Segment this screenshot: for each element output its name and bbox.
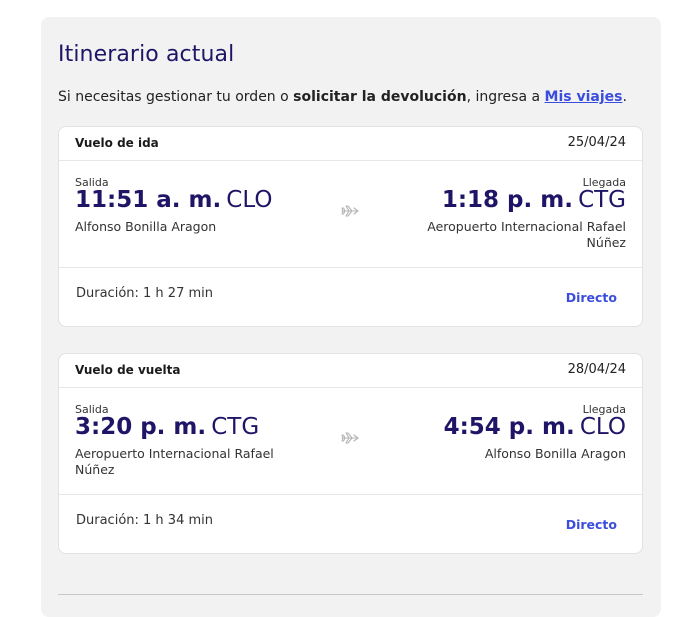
arrival-code: CTG <box>578 187 626 213</box>
flight-card-return: Vuelo de vuelta 28/04/24 Salida 3:20 p. … <box>58 353 643 554</box>
departure-code: CTG <box>211 414 260 440</box>
departure-time: 11:51 a. m. <box>75 187 222 213</box>
departure-airport: Alfonso Bonilla Aragon <box>75 219 217 234</box>
arrival-time: 1:18 p. m. <box>441 187 573 213</box>
flight-card-header: Vuelo de vuelta 28/04/24 <box>59 354 642 388</box>
departure-time-line: 11:51 a. m. CLO <box>75 187 272 213</box>
arrival-code: CLO <box>579 414 626 440</box>
plane-icon <box>341 205 359 217</box>
intro-suffix: . <box>622 89 627 105</box>
departure-airport: Aeropuerto Internacional Rafael Núñez <box>75 446 274 477</box>
section-divider <box>58 594 643 595</box>
flight-stops: Directo <box>565 517 617 532</box>
arrival-time: 4:54 p. m. <box>443 414 575 440</box>
plane-icon <box>341 432 359 444</box>
flight-card-outbound: Vuelo de ida 25/04/24 Salida 11:51 a. m.… <box>58 126 643 327</box>
intro-bold: solicitar la devolución <box>293 89 467 105</box>
departure-time: 3:20 p. m. <box>75 414 207 440</box>
departure-time-line: 3:20 p. m. CTG <box>75 414 259 440</box>
flight-type-label: Vuelo de ida <box>75 136 159 150</box>
arrival-airport: Alfonso Bonilla Aragon <box>484 446 626 461</box>
itinerary-title: Itinerario actual <box>58 42 235 67</box>
flight-date: 25/04/24 <box>567 135 626 150</box>
flight-duration: Duración: 1 h 34 min <box>76 513 213 528</box>
flight-stops: Directo <box>565 290 617 305</box>
flight-duration: Duración: 1 h 27 min <box>76 286 213 301</box>
arrival-airport: Aeropuerto Internacional Rafael Núñez <box>427 219 626 250</box>
intro-prefix: Si necesitas gestionar tu orden o <box>58 89 294 105</box>
flight-type-label: Vuelo de vuelta <box>75 363 181 377</box>
departure-code: CLO <box>226 187 273 213</box>
card-divider <box>59 494 642 495</box>
intro-middle: , ingresa a <box>466 89 545 105</box>
arrival-time-line: 1:18 p. m. CTG <box>442 187 626 213</box>
arrival-time-line: 4:54 p. m. CLO <box>444 414 626 440</box>
my-trips-link[interactable]: Mis viajes <box>545 89 623 105</box>
flight-card-header: Vuelo de ida 25/04/24 <box>59 127 642 161</box>
itinerary-intro: Si necesitas gestionar tu orden o solici… <box>58 89 627 105</box>
card-divider <box>59 267 642 268</box>
flight-date: 28/04/24 <box>567 362 626 377</box>
itinerary-panel: Itinerario actual Si necesitas gestionar… <box>41 17 661 617</box>
